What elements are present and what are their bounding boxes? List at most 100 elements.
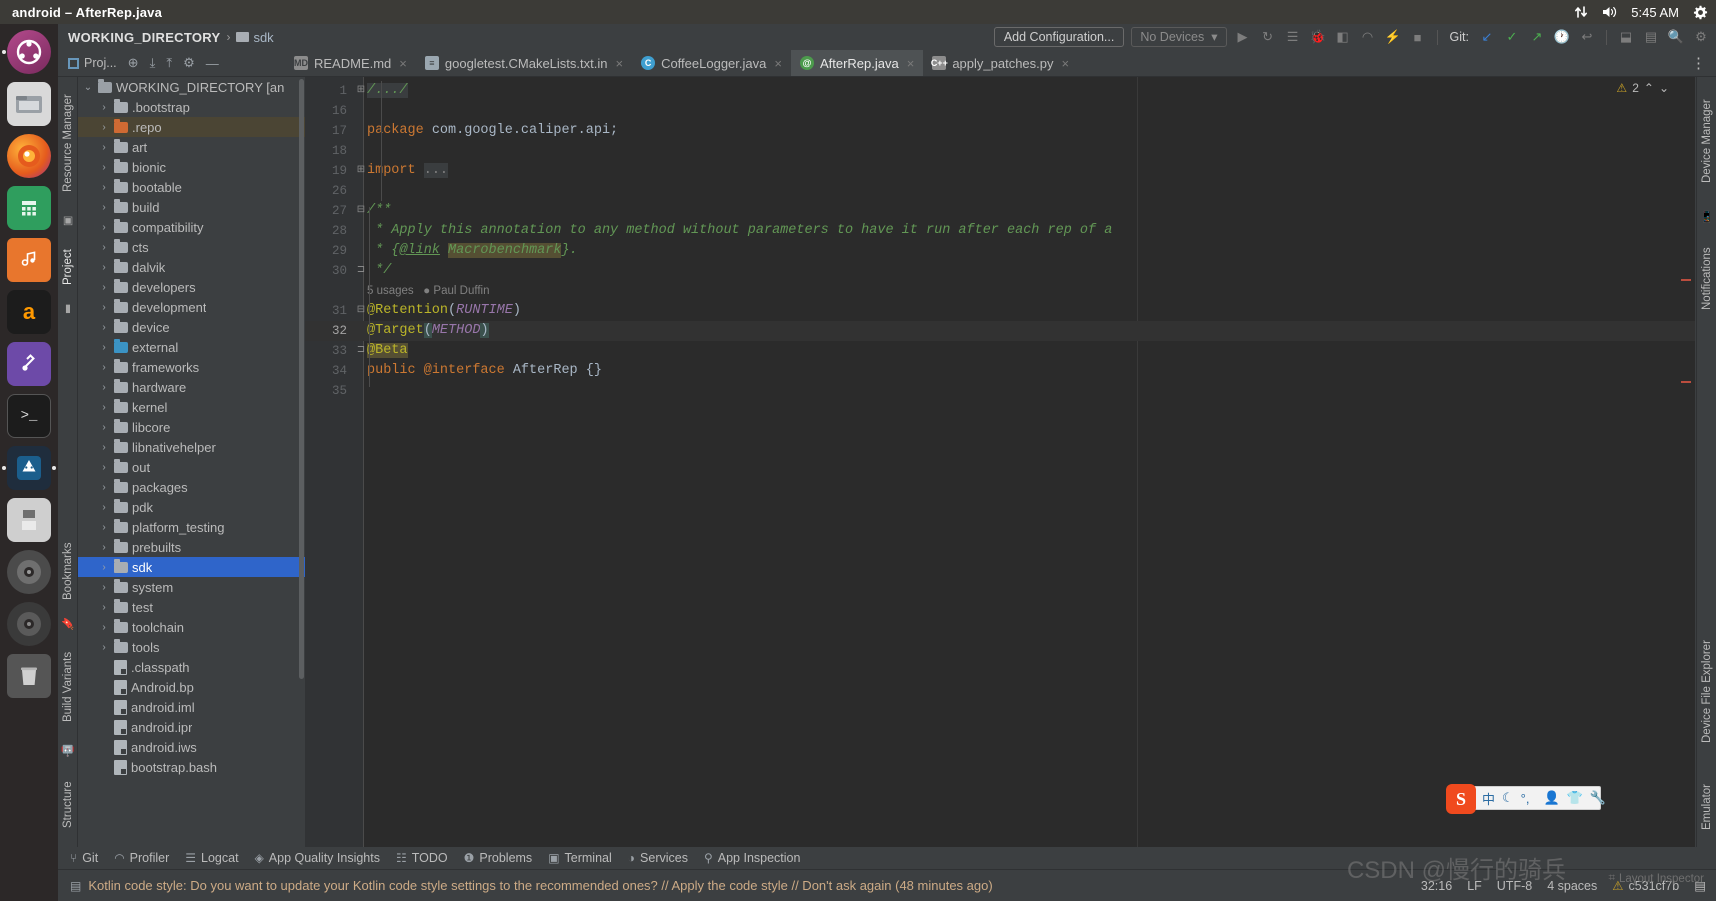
search-icon[interactable]: 🔍	[1667, 28, 1685, 46]
tree-row[interactable]: › tools	[78, 637, 305, 657]
launcher-item-software-center[interactable]	[7, 342, 51, 386]
chevron-right-icon[interactable]: ›	[98, 502, 110, 513]
tree-row[interactable]: › pdk	[78, 497, 305, 517]
sdk-manager-icon[interactable]: ⬓	[1617, 28, 1635, 46]
hide-icon[interactable]: —	[206, 56, 219, 71]
layout-inspector-widget[interactable]: ⌗ Layout Inspector	[1608, 872, 1704, 885]
chevron-right-icon[interactable]: ›	[98, 282, 110, 293]
tree-row[interactable]: › device	[78, 317, 305, 337]
tree-row[interactable]: › test	[78, 597, 305, 617]
chevron-right-icon[interactable]: ›	[98, 642, 110, 653]
chevron-right-icon[interactable]: ›	[98, 102, 110, 113]
folded-imports[interactable]: ...	[423, 163, 449, 178]
javadoc-link-tag[interactable]: @link	[399, 243, 440, 258]
project-tool-title[interactable]: Proj...	[68, 56, 117, 70]
tree-row[interactable]: › art	[78, 137, 305, 157]
chevron-right-icon[interactable]: ›	[98, 362, 110, 373]
tree-row[interactable]: › developers	[78, 277, 305, 297]
folded-comment-region[interactable]: /.../	[367, 81, 408, 101]
close-icon[interactable]: ×	[1062, 56, 1070, 71]
tree-row[interactable]: › sdk	[78, 557, 305, 577]
chevron-right-icon[interactable]: ›	[98, 242, 110, 253]
tab-overflow-icon[interactable]: ⋮	[1681, 50, 1716, 76]
punctuation-icon[interactable]: °,	[1521, 791, 1530, 806]
chevron-right-icon[interactable]: ›	[98, 202, 110, 213]
tab-apply-patches-py[interactable]: C++ apply_patches.py ×	[923, 50, 1078, 76]
update-project-icon[interactable]: ↙	[1478, 28, 1496, 46]
tree-row[interactable]: › out	[78, 457, 305, 477]
javadoc-link-target[interactable]: Macrobenchmark	[448, 243, 562, 258]
chevron-right-icon[interactable]: ›	[98, 482, 110, 493]
tree-row[interactable]: android.ipr	[78, 717, 305, 737]
launcher-item-rhythmbox[interactable]	[7, 238, 51, 282]
tree-row[interactable]: › toolchain	[78, 617, 305, 637]
launcher-item-dvd-1[interactable]	[7, 550, 51, 594]
tool-tab-device-file-explorer[interactable]: Device File Explorer	[1697, 617, 1716, 767]
breadcrumb-root[interactable]: WORKING_DIRECTORY	[68, 30, 220, 45]
code-fold-icon[interactable]: ⊐	[355, 341, 367, 361]
tree-row[interactable]: ⌄ WORKING_DIRECTORY [an	[78, 77, 305, 97]
code-vision-hint[interactable]: 5 usages ● Paul Duffin	[367, 281, 489, 301]
chevron-right-icon[interactable]: ›	[98, 542, 110, 553]
shirt-icon[interactable]: 👕	[1567, 790, 1583, 806]
attach-debugger-icon[interactable]: ◧	[1334, 28, 1352, 46]
push-icon[interactable]: ↗	[1528, 28, 1546, 46]
tree-scrollbar[interactable]	[299, 79, 304, 679]
tool-tab-project[interactable]: Project	[58, 237, 78, 297]
tree-row[interactable]: › cts	[78, 237, 305, 257]
locate-icon[interactable]: ⊕	[128, 55, 139, 71]
bottom-tab-todo[interactable]: ☷ TODO	[396, 851, 448, 865]
tab-googletest-cmakelists[interactable]: ≡ googletest.CMakeLists.txt.in ×	[416, 50, 632, 76]
tree-row[interactable]: › kernel	[78, 397, 305, 417]
usages-count[interactable]: 5 usages	[367, 285, 414, 297]
chevron-right-icon[interactable]: ›	[98, 562, 110, 573]
tree-row[interactable]: › libnativehelper	[78, 437, 305, 457]
indent-setting[interactable]: 4 spaces	[1547, 879, 1597, 893]
tree-row[interactable]: › prebuilts	[78, 537, 305, 557]
network-updown-icon[interactable]	[1573, 4, 1589, 20]
device-selector[interactable]: No Devices ▾	[1131, 27, 1227, 47]
wrench-icon[interactable]: 🔧	[1590, 790, 1606, 806]
tool-tab-resource-manager[interactable]: Resource Manager	[58, 81, 78, 206]
chevron-right-icon[interactable]: ›	[98, 522, 110, 533]
code-fold-icon[interactable]: ⊞	[355, 161, 367, 181]
tree-row[interactable]: android.iws	[78, 737, 305, 757]
launcher-item-files[interactable]	[7, 82, 51, 126]
chevron-right-icon[interactable]: ›	[98, 122, 110, 133]
bottom-tab-app-inspection[interactable]: ⚲ App Inspection	[704, 851, 801, 865]
code-editor[interactable]: ⚠ 2 ⌃ ⌄ 1 ⊞/.../16 17 package com.google.ca…	[305, 77, 1695, 847]
stop-icon[interactable]: ■	[1409, 28, 1427, 46]
chevron-right-icon[interactable]: ›	[98, 162, 110, 173]
chevron-right-icon[interactable]: ›	[98, 302, 110, 313]
tool-tab-bookmarks[interactable]: Bookmarks	[58, 532, 78, 610]
bottom-tab-terminal[interactable]: ▣ Terminal	[548, 851, 612, 865]
code-fold-icon[interactable]: ⊟	[355, 201, 367, 221]
close-icon[interactable]: ×	[774, 56, 782, 71]
close-icon[interactable]: ×	[907, 56, 915, 71]
tool-tab-notifications[interactable]: Notifications	[1697, 229, 1716, 329]
tree-row[interactable]: › .bootstrap	[78, 97, 305, 117]
chevron-right-icon[interactable]: ›	[98, 342, 110, 353]
code-fold-icon[interactable]: ⊐	[355, 261, 367, 281]
chevron-right-icon[interactable]: ›	[98, 442, 110, 453]
settings-icon[interactable]: ⚙	[1692, 28, 1710, 46]
collapse-all-icon[interactable]: ⤒	[166, 55, 172, 71]
rollback-icon[interactable]: ↩	[1578, 28, 1596, 46]
launcher-item-firefox[interactable]	[7, 134, 51, 178]
volume-icon[interactable]	[1602, 4, 1618, 20]
chevron-right-icon[interactable]: ›	[98, 322, 110, 333]
gear-icon[interactable]	[1692, 4, 1708, 20]
launcher-item-terminal[interactable]: >_	[7, 394, 51, 438]
tree-row[interactable]: › compatibility	[78, 217, 305, 237]
chevron-right-icon[interactable]: ›	[98, 142, 110, 153]
bottom-tab-git[interactable]: ⑂ Git	[70, 851, 98, 865]
profile-icon[interactable]: ◠	[1359, 28, 1377, 46]
tree-row[interactable]: .classpath	[78, 657, 305, 677]
status-message[interactable]: ▤ Kotlin code style: Do you want to upda…	[58, 878, 993, 893]
line-separator[interactable]: LF	[1467, 879, 1482, 893]
tree-row[interactable]: › bootable	[78, 177, 305, 197]
moon-icon[interactable]: ☾	[1502, 790, 1514, 806]
launcher-item-amazon[interactable]: a	[7, 290, 51, 334]
run-icon[interactable]: ▶	[1234, 28, 1252, 46]
tree-row[interactable]: › frameworks	[78, 357, 305, 377]
